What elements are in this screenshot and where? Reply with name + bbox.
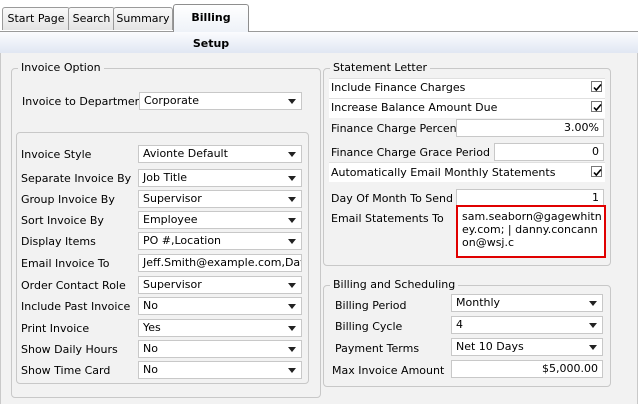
statement-letter-legend: Statement Letter (330, 61, 430, 74)
order-contact-role-select[interactable]: Supervisor (138, 276, 302, 294)
group-invoice-by-value: Supervisor (143, 192, 202, 205)
payment-terms-label: Payment Terms (335, 342, 420, 355)
finance-charge-grace-period-value: 0 (592, 145, 599, 158)
chevron-down-icon (288, 176, 296, 181)
auto-email-statements-checkbox[interactable] (591, 166, 602, 177)
auto-email-statements-label: Automatically Email Monthly Statements (331, 166, 556, 179)
finance-charge-grace-period-field[interactable]: 0 (494, 143, 604, 161)
invoice-to-department-value: Corporate (144, 94, 199, 107)
print-invoice-select[interactable]: Yes (138, 319, 302, 337)
chevron-down-icon (288, 99, 296, 104)
max-invoice-amount-field[interactable]: $5,000.00 (451, 360, 603, 378)
chevron-down-icon (288, 197, 296, 202)
payment-terms-value: Net 10 Days (456, 340, 524, 353)
include-finance-charges-checkbox[interactable] (591, 81, 602, 92)
tab-label: Search (72, 12, 111, 25)
chevron-down-icon (288, 239, 296, 244)
tab-summary[interactable]: Summary (113, 7, 173, 30)
billing-cycle-select[interactable]: 4 (451, 316, 603, 334)
display-items-select[interactable]: PO #,Location (138, 232, 302, 250)
print-invoice-label: Print Invoice (21, 322, 90, 335)
display-items-label: Display Items (21, 235, 96, 248)
tab-label: Start Page (7, 12, 65, 25)
chevron-down-icon (589, 301, 597, 306)
chevron-down-icon (288, 283, 296, 288)
sort-invoice-by-value: Employee (143, 213, 198, 226)
email-invoice-to-field[interactable]: Jeff.Smith@example.com,Dave. (138, 254, 302, 272)
invoice-style-select[interactable]: Avionte Default (138, 145, 302, 163)
finance-charge-percent-value: 3.00% (564, 121, 599, 134)
sort-invoice-by-select[interactable]: Employee (138, 211, 302, 229)
max-invoice-amount-value: $5,000.00 (542, 362, 598, 375)
tab-label: Billing Setup (191, 11, 231, 50)
billing-scheduling-legend: Billing and Scheduling (330, 278, 459, 291)
payment-terms-select[interactable]: Net 10 Days (451, 338, 603, 356)
show-daily-hours-select[interactable]: No (138, 340, 302, 358)
tab-start-page[interactable]: Start Page (2, 7, 70, 30)
include-past-invoice-value: No (143, 299, 158, 312)
include-past-invoice-select[interactable]: No (138, 297, 302, 315)
chevron-down-icon (288, 368, 296, 373)
tab-billing-setup[interactable]: Billing Setup (173, 4, 249, 50)
invoice-style-value: Avionte Default (143, 147, 228, 160)
billing-cycle-value: 4 (456, 318, 463, 331)
email-statements-to-label: Email Statements To (331, 212, 444, 225)
email-invoice-to-value: Jeff.Smith@example.com,Dave. (143, 256, 302, 269)
toolbar-band (0, 31, 638, 54)
billing-cycle-label: Billing Cycle (335, 320, 403, 333)
chevron-down-icon (589, 323, 597, 328)
chevron-down-icon (288, 218, 296, 223)
finance-charge-grace-period-label: Finance Charge Grace Period (331, 146, 490, 159)
chevron-down-icon (589, 345, 597, 350)
show-time-card-select[interactable]: No (138, 361, 302, 379)
email-statements-to-value: sam.seaborn@gagewhitney.com; | danny.con… (462, 210, 602, 249)
separate-invoice-by-value: Job Title (143, 171, 188, 184)
day-of-month-value: 1 (592, 191, 599, 204)
day-of-month-label: Day Of Month To Send (331, 192, 453, 205)
invoice-style-label: Invoice Style (21, 148, 92, 161)
print-invoice-value: Yes (143, 321, 161, 334)
show-time-card-value: No (143, 363, 158, 376)
include-past-invoice-label: Include Past Invoice (21, 300, 131, 313)
billing-period-label: Billing Period (335, 299, 407, 312)
separate-invoice-by-select[interactable]: Job Title (138, 169, 302, 187)
display-items-value: PO #,Location (143, 234, 222, 247)
billing-period-value: Monthly (456, 296, 501, 309)
increase-balance-checkbox[interactable] (591, 101, 602, 112)
separate-invoice-by-label: Separate Invoice By (21, 172, 132, 185)
checkmark-icon (593, 168, 602, 177)
sort-invoice-by-label: Sort Invoice By (21, 214, 104, 227)
tab-search[interactable]: Search (68, 7, 115, 30)
order-contact-role-label: Order Contact Role (21, 279, 126, 292)
chevron-down-icon (288, 304, 296, 309)
invoice-to-department-label: Invoice to Department (22, 95, 146, 108)
show-time-card-label: Show Time Card (21, 364, 111, 377)
max-invoice-amount-label: Max Invoice Amount (332, 364, 445, 377)
increase-balance-label: Increase Balance Amount Due (331, 101, 498, 114)
tab-strip: Start Page Search Summary Billing Setup (0, 0, 638, 50)
checkmark-icon (593, 103, 602, 112)
invoice-option-legend: Invoice Option (18, 61, 104, 74)
billing-period-select[interactable]: Monthly (451, 294, 603, 312)
tab-label: Summary (116, 12, 170, 25)
order-contact-role-value: Supervisor (143, 278, 202, 291)
group-invoice-by-select[interactable]: Supervisor (138, 190, 302, 208)
show-daily-hours-label: Show Daily Hours (21, 343, 118, 356)
show-daily-hours-value: No (143, 342, 158, 355)
include-finance-charges-label: Include Finance Charges (331, 81, 466, 94)
chevron-down-icon (288, 152, 296, 157)
email-statements-to-field[interactable]: sam.seaborn@gagewhitney.com; | danny.con… (456, 205, 606, 258)
checkmark-icon (593, 83, 602, 92)
finance-charge-percent-field[interactable]: 3.00% (456, 119, 604, 137)
chevron-down-icon (288, 347, 296, 352)
chevron-down-icon (288, 326, 296, 331)
email-invoice-to-label: Email Invoice To (21, 257, 110, 270)
group-invoice-by-label: Group Invoice By (21, 193, 115, 206)
invoice-to-department-select[interactable]: Corporate (139, 92, 302, 110)
finance-charge-percent-label: Finance Charge Percent (331, 122, 461, 135)
